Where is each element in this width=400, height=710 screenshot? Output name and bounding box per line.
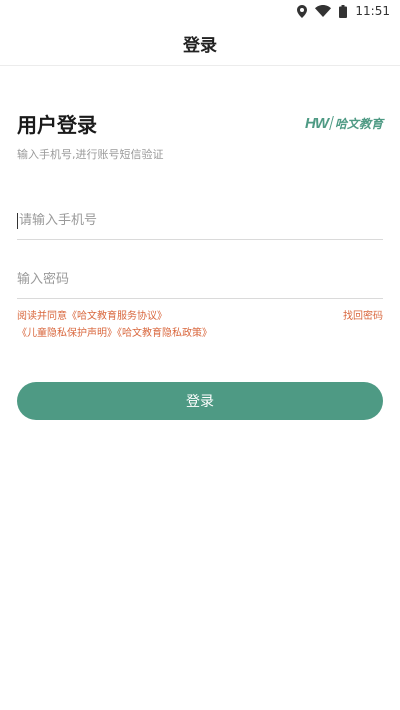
heading-row: 用户登录 HW 哈文教育 [17,108,383,138]
child-privacy-link[interactable]: 《儿童隐私保护声明》 [17,328,117,339]
status-bar: 11:51 [0,0,400,22]
wifi-icon [315,5,332,17]
phone-input[interactable] [19,213,383,228]
battery-icon [339,4,348,18]
service-agreement-link[interactable]: 《哈文教育服务协议》 [67,311,167,322]
page-title: 登录 [183,36,217,56]
phone-field[interactable] [17,202,383,240]
login-subtitle: 输入手机号,进行账号短信验证 [17,148,164,161]
title-bar: 登录 [0,22,400,66]
password-field[interactable] [17,261,383,299]
privacy-policy-link[interactable]: 《哈文教育隐私政策》 [117,328,212,339]
forgot-password-link[interactable]: 找回密码 [343,308,383,325]
location-icon [297,4,308,18]
brand-logo: HW 哈文教育 [305,115,383,132]
brand-mark: HW [304,114,329,132]
agreement-prefix: 阅读并同意 [17,311,67,322]
brand-name: 哈文教育 [334,116,383,131]
status-time: 11:51 [355,4,390,18]
text-caret [17,212,18,229]
login-button[interactable]: 登录 [17,382,383,420]
brand-divider [329,116,334,130]
password-input[interactable] [17,272,383,287]
login-heading: 用户登录 [17,112,97,137]
agreement-section: 阅读并同意《哈文教育服务协议》 找回密码 《儿童隐私保护声明》《哈文教育隐私政策… [17,308,383,342]
